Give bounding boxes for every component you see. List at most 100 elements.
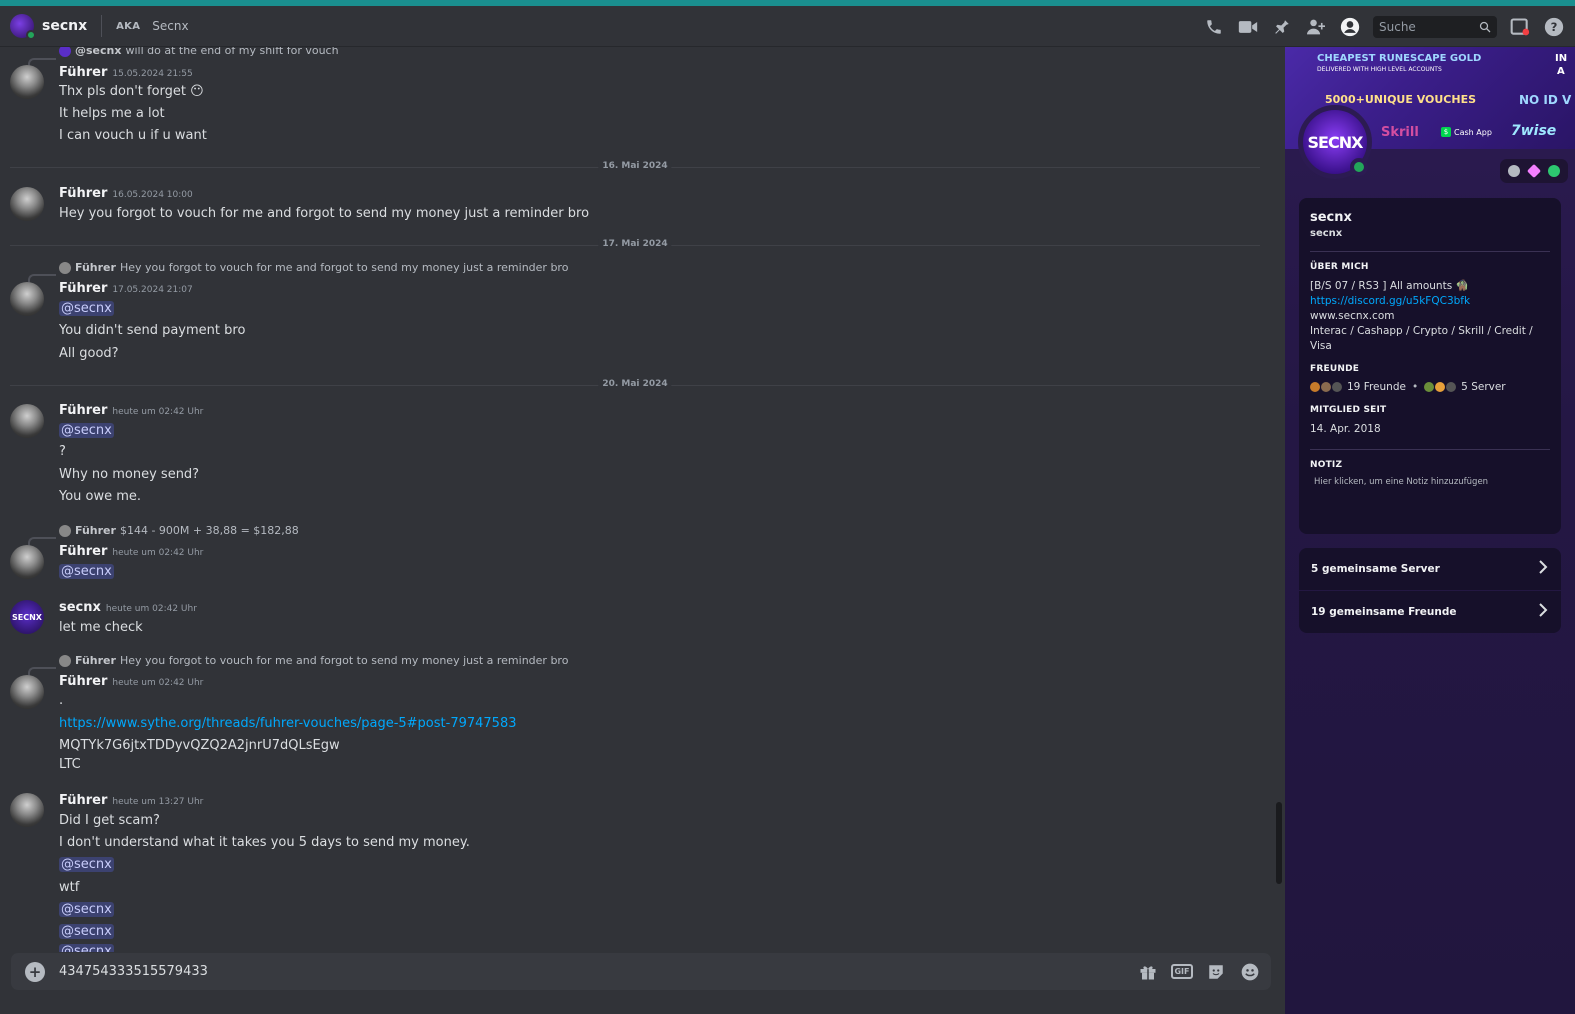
- reply-avatar: [59, 47, 71, 57]
- sticker-icon[interactable]: [1205, 961, 1227, 983]
- message-author[interactable]: secnx heute um 02:42 Uhr: [59, 600, 197, 615]
- message-author[interactable]: Führer 16.05.2024 10:00: [59, 186, 193, 201]
- reply-preview[interactable]: Führer Hey you forgot to vouch for me an…: [59, 261, 568, 274]
- mutual-servers-button[interactable]: 5 gemeinsame Server: [1299, 548, 1561, 590]
- message-line: @secnx: [59, 857, 114, 872]
- video-call-icon[interactable]: [1237, 16, 1259, 38]
- nitro-badge-icon[interactable]: [1508, 165, 1521, 177]
- user-mention[interactable]: @secnx: [59, 857, 114, 872]
- user-profile-icon[interactable]: [1339, 16, 1361, 38]
- search-input[interactable]: Suche: [1373, 15, 1497, 38]
- message-line: ?: [59, 444, 66, 459]
- wise-logo: 7wise: [1511, 123, 1557, 139]
- message-line: let me check: [59, 620, 143, 635]
- add-friends-icon[interactable]: [1305, 16, 1327, 38]
- message-line: I can vouch u if u want: [59, 128, 207, 143]
- profile-display-name: secnx: [1310, 210, 1352, 225]
- inbox-icon[interactable]: [1509, 16, 1531, 38]
- search-placeholder: Suche: [1379, 19, 1416, 34]
- voice-call-icon[interactable]: [1203, 16, 1225, 38]
- pin-icon[interactable]: [1271, 16, 1293, 38]
- svg-text:?: ?: [1551, 20, 1558, 34]
- message-timestamp: heute um 13:27 Uhr: [112, 797, 204, 807]
- chevron-right-icon: [1537, 603, 1549, 621]
- message-line: Hey you forgot to vouch for me and forgo…: [59, 206, 590, 221]
- channel-header: secnx AKA Secnx Suche ?: [0, 6, 1575, 47]
- reply-author: Führer: [75, 524, 116, 537]
- user-mention[interactable]: @secnx: [59, 564, 114, 579]
- server-icon: [1424, 382, 1435, 392]
- about-line: Interac / Cashapp / Crypto / Skrill / Cr…: [1310, 325, 1533, 352]
- message-timestamp: 16.05.2024 10:00: [112, 190, 193, 200]
- reply-preview[interactable]: Führer Hey you forgot to vouch for me an…: [59, 654, 568, 667]
- reply-avatar: [59, 261, 71, 274]
- goblin-emoji-icon: 🧌: [1455, 280, 1469, 292]
- channel-title[interactable]: secnx: [42, 18, 87, 34]
- chevron-right-icon: [1537, 560, 1549, 578]
- gift-icon[interactable]: [1137, 961, 1159, 983]
- message-line: Why no money send?: [59, 467, 200, 482]
- banner-text: 5000+UNIQUE VOUCHES: [1325, 93, 1477, 106]
- user-mention[interactable]: @secnx: [59, 423, 114, 438]
- user-mention[interactable]: @secnx: [59, 902, 114, 917]
- message-author[interactable]: Führer heute um 13:27 Uhr: [59, 793, 203, 808]
- message-timestamp: heute um 02:42 Uhr: [112, 407, 204, 417]
- banner-text: DELIVERED WITH HIGH LEVEL ACCOUNTS: [1317, 66, 1442, 73]
- message-author[interactable]: Führer 17.05.2024 21:07: [59, 281, 193, 296]
- avatar[interactable]: [10, 545, 44, 579]
- attach-plus-icon[interactable]: +: [25, 961, 45, 982]
- avatar[interactable]: [10, 675, 44, 709]
- message-author[interactable]: Führer heute um 02:42 Uhr: [59, 544, 203, 559]
- avatar[interactable]: [10, 282, 44, 316]
- friends-label: FREUNDE: [1310, 364, 1360, 374]
- about-line: [B/S 07 / RS3 ] All amounts 🧌: [1310, 280, 1469, 292]
- user-mention[interactable]: @secnx: [59, 924, 114, 939]
- profile-card: secnx secnx ÜBER MICH [B/S 07 / RS3 ] Al…: [1299, 198, 1561, 534]
- aka-name: Secnx: [152, 19, 189, 33]
- message-author[interactable]: Führer 15.05.2024 21:55: [59, 65, 193, 80]
- reply-preview[interactable]: @secnx will do at the end of my shift fo…: [59, 47, 339, 57]
- avatar[interactable]: [10, 187, 44, 221]
- message-line: @secnx: [59, 423, 114, 438]
- message-input[interactable]: [59, 964, 1125, 979]
- friends-row[interactable]: 19 Freunde • 5 Server: [1310, 381, 1550, 393]
- message-list: @secnx will do at the end of my shift fo…: [0, 47, 1285, 952]
- header-avatar[interactable]: [10, 14, 36, 40]
- avatar[interactable]: [10, 793, 44, 827]
- gif-icon[interactable]: GIF: [1171, 961, 1193, 983]
- reply-avatar: [59, 524, 71, 537]
- chat-scrollbar[interactable]: [1276, 802, 1282, 884]
- composer-tools: GIF: [1125, 961, 1261, 983]
- online-status-icon: [26, 30, 36, 40]
- banner-text: NO ID V: [1519, 93, 1572, 107]
- aka-label: AKA: [116, 20, 141, 32]
- emoji-picker-icon[interactable]: [1239, 961, 1261, 983]
- date-divider: 20. Mai 2024: [10, 379, 1260, 389]
- message-line: @secnx: [59, 924, 114, 939]
- banner-text: CHEAPEST RUNESCAPE GOLD: [1317, 53, 1482, 64]
- avatar[interactable]: [10, 65, 44, 99]
- message-link[interactable]: https://www.sythe.org/threads/fuhrer-vou…: [59, 716, 516, 731]
- hashtag-badge-icon[interactable]: [1547, 165, 1560, 177]
- about-link[interactable]: https://discord.gg/u5kFQC3bfk: [1310, 294, 1550, 309]
- mutual-friends-button[interactable]: 19 gemeinsame Freunde: [1299, 591, 1561, 633]
- user-mention[interactable]: @secnx: [59, 301, 114, 316]
- message-line: https://www.sythe.org/threads/fuhrer-vou…: [59, 716, 516, 731]
- boost-badge-icon[interactable]: [1526, 163, 1542, 179]
- message-author[interactable]: Führer heute um 02:42 Uhr: [59, 403, 203, 418]
- message-line: You didn't send payment bro: [59, 323, 246, 338]
- message-author[interactable]: Führer heute um 02:42 Uhr: [59, 674, 203, 689]
- note-input[interactable]: Hier klicken, um eine Notiz hinzuzufügen: [1314, 477, 1550, 487]
- avatar[interactable]: SECNX: [10, 600, 44, 634]
- help-icon[interactable]: ?: [1543, 16, 1565, 38]
- reply-author: Führer: [75, 261, 116, 274]
- reply-preview[interactable]: Führer $144 - 900M + 38,88 = $182,88: [59, 524, 299, 537]
- message-line: All good?: [59, 346, 119, 361]
- avatar[interactable]: [10, 404, 44, 438]
- header-toolbar: Suche ?: [1191, 6, 1565, 47]
- user-mention[interactable]: @secnx: [59, 944, 114, 952]
- message-line: MQTYk7G6jtxTDDyvQZQ2A2jnrU7dQLsEgw: [59, 738, 340, 753]
- skrill-logo: Skrill: [1381, 125, 1419, 140]
- cashapp-logo: $ Cash App: [1441, 127, 1492, 137]
- message-line: LTC: [59, 757, 81, 772]
